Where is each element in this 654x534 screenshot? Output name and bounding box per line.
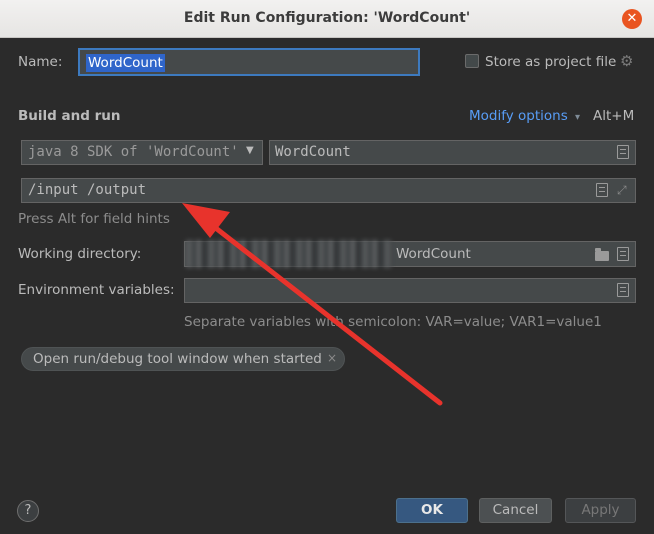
name-label: Name: bbox=[18, 54, 63, 70]
folder-icon[interactable] bbox=[595, 248, 609, 261]
edit-arguments-icon[interactable] bbox=[596, 183, 608, 197]
environment-variables-hint: Separate variables with semicolon: VAR=v… bbox=[184, 314, 602, 330]
store-as-project-file-checkbox[interactable] bbox=[465, 54, 479, 68]
arrow-head bbox=[182, 203, 230, 238]
insert-macro-icon[interactable] bbox=[617, 247, 629, 261]
working-directory-value: WordCount bbox=[396, 246, 471, 262]
apply-button[interactable]: Apply bbox=[565, 498, 636, 523]
jdk-dropdown-chevron-icon[interactable]: ▼ bbox=[246, 145, 254, 156]
name-input-value: WordCount bbox=[86, 54, 165, 72]
expand-icon[interactable]: ⤢ bbox=[617, 183, 627, 198]
main-class-value: WordCount bbox=[275, 144, 351, 160]
cancel-button[interactable]: Cancel bbox=[479, 498, 552, 523]
title-bar: Edit Run Configuration: 'WordCount' ✕ bbox=[0, 0, 654, 38]
gear-icon[interactable]: ⚙ bbox=[620, 52, 633, 70]
name-input[interactable]: WordCount bbox=[78, 48, 420, 76]
browse-main-class-icon[interactable] bbox=[617, 145, 629, 159]
modify-options-shortcut: Alt+M bbox=[593, 108, 635, 124]
ok-button[interactable]: OK bbox=[396, 498, 468, 523]
modify-options-link[interactable]: Modify options bbox=[469, 108, 568, 124]
field-hints-text: Press Alt for field hints bbox=[18, 211, 170, 227]
chevron-down-icon: ▾ bbox=[575, 112, 581, 123]
environment-variables-field[interactable] bbox=[184, 278, 636, 303]
environment-variables-label: Environment variables: bbox=[18, 282, 175, 298]
remove-chip-icon[interactable]: × bbox=[327, 351, 337, 365]
program-arguments-field[interactable]: /input /output bbox=[21, 178, 636, 203]
window-title: Edit Run Configuration: 'WordCount' bbox=[183, 10, 471, 26]
jdk-select[interactable]: java 8 SDK of 'WordCount' bbox=[21, 140, 263, 165]
working-directory-label: Working directory: bbox=[18, 246, 142, 262]
build-and-run-title: Build and run bbox=[18, 108, 121, 124]
main-class-field[interactable]: WordCount bbox=[269, 140, 636, 165]
chip-label: Open run/debug tool window when started bbox=[33, 351, 322, 367]
run-debug-window-chip[interactable]: Open run/debug tool window when started … bbox=[21, 347, 345, 371]
close-button[interactable]: ✕ bbox=[622, 9, 642, 29]
redacted-path bbox=[186, 240, 392, 268]
program-arguments-value: /input /output bbox=[28, 182, 147, 198]
store-as-project-file-label: Store as project file bbox=[485, 54, 617, 70]
jdk-select-value: java 8 SDK of 'WordCount' bbox=[28, 144, 239, 160]
edit-environment-icon[interactable] bbox=[617, 283, 629, 297]
help-button[interactable]: ? bbox=[17, 500, 39, 522]
